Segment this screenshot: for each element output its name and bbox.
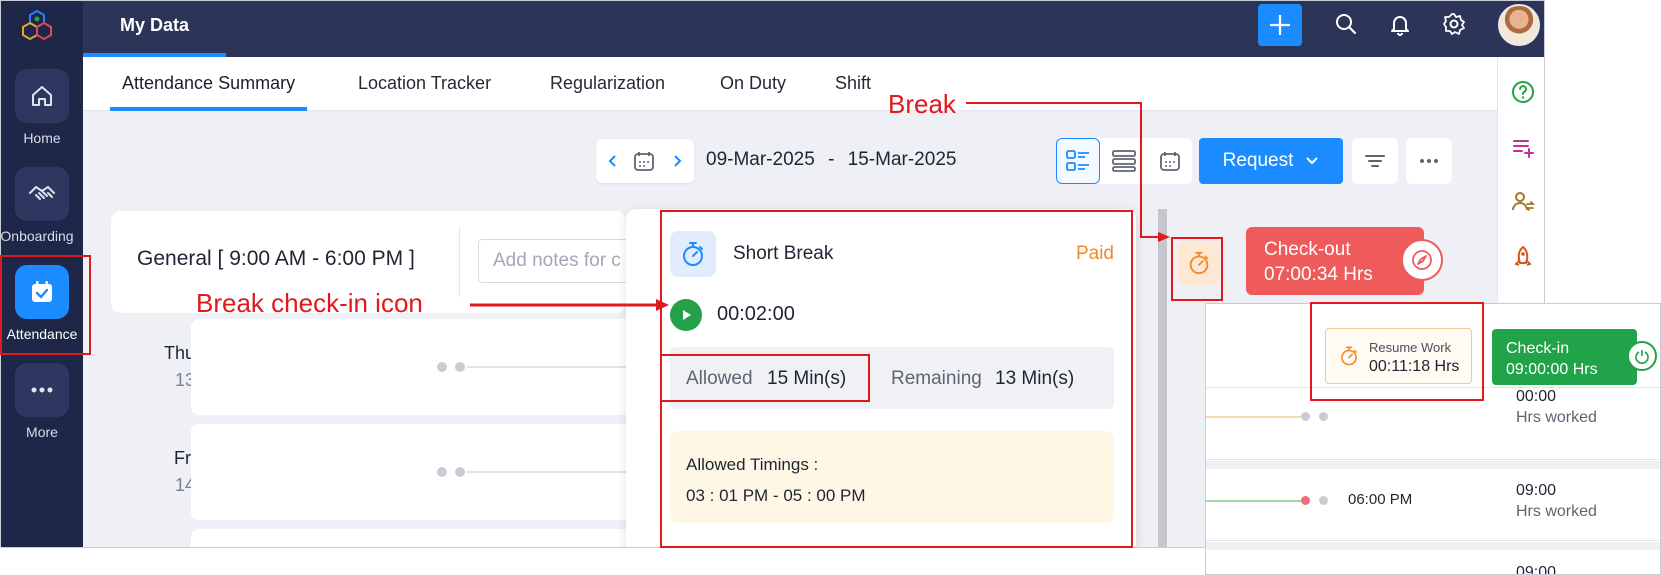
filter-button[interactable] (1352, 138, 1398, 184)
app-logo-icon (22, 9, 52, 41)
tab-on-duty[interactable]: On Duty (720, 57, 786, 111)
filter-icon (1365, 155, 1385, 167)
nav-item-label: More (26, 424, 58, 440)
shift-name: General [ 9:00 AM - 6:00 PM ] (137, 247, 415, 270)
checkout-time: 06:00 PM (1348, 491, 1413, 508)
nav-item-onboarding[interactable]: Onboarding (1, 167, 83, 244)
add-button[interactable] (1258, 4, 1302, 46)
calendar-view-icon[interactable] (1148, 138, 1192, 184)
row-gap (1206, 542, 1660, 550)
hours-label: Hrs worked (1516, 503, 1597, 520)
bell-icon[interactable] (1387, 11, 1413, 37)
request-button[interactable]: Request (1199, 138, 1343, 184)
avatar[interactable] (1498, 4, 1540, 46)
top-bar: My Data (83, 1, 1544, 57)
date-separator: - (828, 149, 835, 170)
timeline-dot (455, 362, 465, 372)
hours-value: 09:00 (1516, 564, 1557, 575)
nav-item-label: Home (23, 130, 61, 146)
handshake-icon (15, 167, 69, 221)
day-row (111, 529, 641, 547)
tab-regularization[interactable]: Regularization (550, 57, 665, 111)
day-timeline[interactable] (191, 424, 647, 520)
more-horizontal-icon (1420, 159, 1438, 163)
more-options-button[interactable] (1406, 138, 1452, 184)
date-end: 15-Mar-2025 (847, 149, 957, 170)
timeline-dot (1301, 496, 1310, 505)
row-gap (1206, 461, 1660, 469)
annotation-label-break-checkin: Break check-in icon (196, 288, 423, 318)
annotation-box-break-button (1171, 237, 1223, 301)
tab-bar: Attendance Summary Location Tracker Regu… (83, 57, 1497, 111)
rocket-icon[interactable] (1508, 242, 1538, 272)
home-icon (15, 69, 69, 123)
divider (459, 227, 460, 297)
gear-icon[interactable] (1441, 11, 1467, 37)
day-timeline[interactable] (191, 319, 647, 415)
plus-icon (1270, 15, 1290, 35)
hours-value: 00:00 (1516, 388, 1557, 405)
popup-scrollbar[interactable] (1158, 209, 1167, 547)
timeline-line (467, 471, 647, 473)
timeline-dot (1319, 412, 1328, 421)
nav-item-label: Onboarding (0, 228, 74, 244)
hours-label: Hrs worked (1516, 409, 1597, 426)
timeline-dot (1319, 496, 1328, 505)
check-in-button[interactable]: Check-in 09:00:00 Hrs (1492, 329, 1637, 385)
calendar-icon[interactable] (633, 150, 655, 172)
power-icon[interactable] (1627, 341, 1657, 371)
user-swap-icon[interactable] (1508, 187, 1538, 217)
page-title-tab[interactable]: My Data (83, 1, 227, 57)
annotation-box-allowed (660, 354, 870, 402)
date-range: 09-Mar-2025 - 15-Mar-2025 (706, 149, 956, 171)
request-label: Request (1222, 150, 1294, 171)
timeline-dot (1301, 412, 1310, 421)
tab-attendance-summary[interactable]: Attendance Summary (110, 57, 308, 111)
check-in-duration: 09:00:00 Hrs (1506, 361, 1598, 378)
more-horizontal-icon (15, 363, 69, 417)
check-out-button[interactable]: Check-out 07:00:34 Hrs (1246, 227, 1424, 295)
nav-item-more[interactable]: More (1, 363, 83, 440)
nav-item-home[interactable]: Home (1, 69, 83, 146)
annotation-box-resume-work (1310, 302, 1484, 401)
date-start: 09-Mar-2025 (706, 149, 815, 170)
timeline-dot (437, 467, 447, 477)
help-icon[interactable] (1508, 77, 1538, 107)
chevron-down-icon (1306, 157, 1319, 165)
day-row: Thu 13 (111, 319, 647, 415)
check-out-label: Check-out (1264, 239, 1351, 260)
chevron-right-icon[interactable] (666, 150, 688, 172)
list-detail-view-icon[interactable] (1056, 138, 1100, 184)
list-view-icon[interactable] (1102, 138, 1146, 184)
timeline-line (1206, 500, 1301, 502)
timeline-dot (455, 467, 465, 477)
tab-location-tracker[interactable]: Location Tracker (358, 57, 491, 111)
table-row: 06:00 PM 09:00 Hrs worked (1206, 469, 1660, 541)
day-timeline[interactable] (191, 529, 641, 547)
table-row: 09:00 (1206, 550, 1660, 575)
view-toggle-group (1056, 138, 1192, 184)
tab-shift[interactable]: Shift (835, 57, 871, 111)
notes-input[interactable]: Add notes for c (478, 239, 638, 283)
hours-value: 09:00 (1516, 482, 1557, 499)
day-row: Fri 14 (111, 424, 647, 520)
timeline-line (467, 366, 647, 368)
date-navigator (596, 139, 694, 183)
timeline-dot (437, 362, 447, 372)
timeline-line (1206, 416, 1301, 418)
check-out-duration: 07:00:34 Hrs (1264, 264, 1373, 285)
annotation-label-break: Break (888, 89, 956, 119)
compass-icon[interactable] (1401, 239, 1443, 281)
annotation-box-attendance (0, 255, 91, 355)
search-icon[interactable] (1333, 11, 1359, 37)
chevron-left-icon[interactable] (602, 150, 624, 172)
check-in-label: Check-in (1506, 340, 1570, 357)
add-task-icon[interactable] (1508, 132, 1538, 162)
